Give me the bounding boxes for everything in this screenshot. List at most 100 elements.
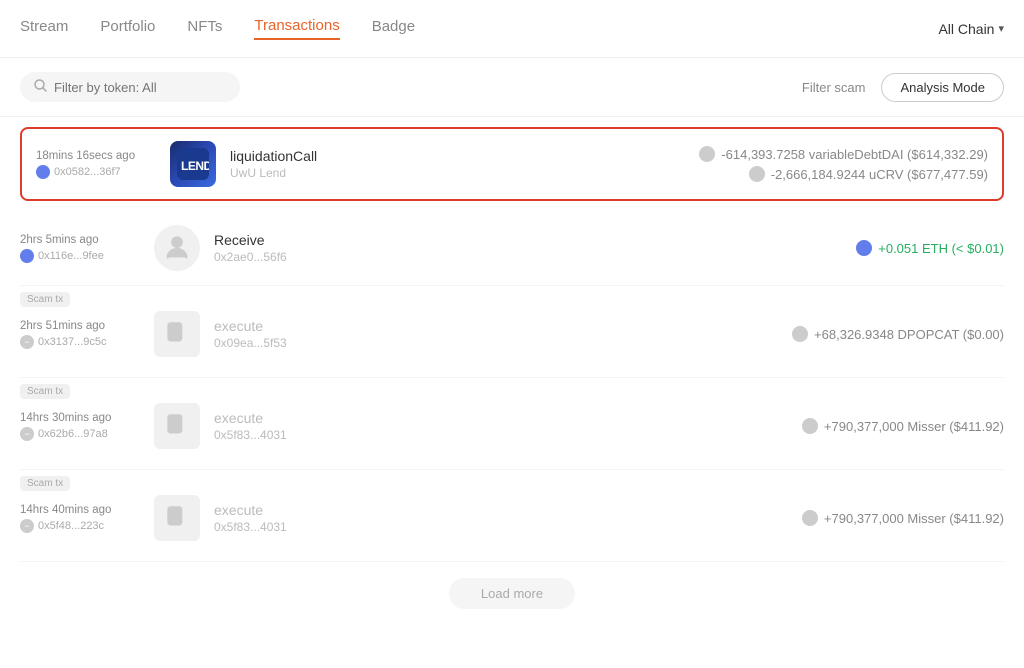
scam-badge: Scam tx <box>20 292 70 307</box>
nav-transactions[interactable]: Transactions <box>254 17 339 40</box>
table-row[interactable]: 2hrs 5mins ago 0x116e...9fee Receive 0x2… <box>20 211 1004 286</box>
tx-amounts: +0.051 ETH (< $0.01) <box>856 240 1004 256</box>
tx-amounts: +790,377,000 Misser ($411.92) <box>802 418 1004 434</box>
token-icon <box>802 418 818 434</box>
tx-meta: 2hrs 5mins ago 0x116e...9fee <box>20 234 140 263</box>
tx-protocol-icon <box>154 403 200 449</box>
tx-hash: − 0x3137...9c5c <box>20 335 140 349</box>
analysis-mode-button[interactable]: Analysis Mode <box>881 73 1004 102</box>
tx-protocol: UwU Lend <box>230 166 699 180</box>
eth-token-icon <box>856 240 872 256</box>
tx-hash-value: 0x3137...9c5c <box>38 336 107 348</box>
nav-nfts[interactable]: NFTs <box>187 18 222 39</box>
amount-value: +68,326.9348 DPOPCAT ($0.00) <box>814 327 1004 342</box>
minus-icon: − <box>20 519 34 533</box>
amount-line: +790,377,000 Misser ($411.92) <box>802 510 1004 526</box>
tx-protocol-icon <box>154 311 200 357</box>
scam-badge: Scam tx <box>20 384 70 399</box>
tx-time: 14hrs 40mins ago <box>20 504 140 516</box>
eth-icon <box>36 165 50 179</box>
tx-name: liquidationCall <box>230 148 699 164</box>
minus-icon: − <box>20 427 34 441</box>
navigation: Stream Portfolio NFTs Transactions Badge… <box>0 0 1024 58</box>
chain-selector[interactable]: All Chain ▾ <box>938 21 1004 37</box>
tx-info: liquidationCall UwU Lend <box>230 148 699 180</box>
amount-line: +68,326.9348 DPOPCAT ($0.00) <box>792 326 1004 342</box>
amount-value: +790,377,000 Misser ($411.92) <box>824 511 1004 526</box>
tx-hash: − 0x5f48...223c <box>20 519 140 533</box>
amount-value: -2,666,184.9244 uCRV ($677,477.59) <box>771 167 988 182</box>
tx-time: 2hrs 51mins ago <box>20 320 140 332</box>
token-filter-input[interactable] <box>54 80 226 95</box>
tx-hash-value: 0x0582...36f7 <box>54 166 121 178</box>
chain-label: All Chain <box>938 21 994 37</box>
eth-icon <box>20 249 34 263</box>
tx-name: Receive <box>214 232 856 248</box>
token-icon <box>802 510 818 526</box>
tx-time: 2hrs 5mins ago <box>20 234 140 246</box>
tx-protocol-icon <box>154 495 200 541</box>
chevron-down-icon: ▾ <box>998 22 1004 35</box>
amount-line: -2,666,184.9244 uCRV ($677,477.59) <box>699 166 988 182</box>
tx-meta: 2hrs 51mins ago − 0x3137...9c5c <box>20 320 140 349</box>
svg-text:LEND: LEND <box>181 159 209 173</box>
tx-hash-value: 0x116e...9fee <box>38 250 104 262</box>
tx-hash: − 0x62b6...97a8 <box>20 427 140 441</box>
tx-info: execute 0x5f83...4031 <box>214 410 802 442</box>
tx-protocol: 0x5f83...4031 <box>214 428 802 442</box>
minus-icon: − <box>20 335 34 349</box>
person-icon <box>163 234 191 262</box>
nav-items: Stream Portfolio NFTs Transactions Badge <box>20 17 938 40</box>
tx-info: execute 0x5f83...4031 <box>214 502 802 534</box>
tx-amounts: -614,393.7258 variableDebtDAI ($614,332.… <box>699 146 988 182</box>
tx-protocol: 0x5f83...4031 <box>214 520 802 534</box>
document-icon <box>164 413 190 439</box>
tx-name: execute <box>214 318 792 334</box>
tx-amounts: +68,326.9348 DPOPCAT ($0.00) <box>792 326 1004 342</box>
search-box <box>20 72 240 102</box>
tx-name: execute <box>214 502 802 518</box>
tx-info: execute 0x09ea...5f53 <box>214 318 792 350</box>
tx-hash-value: 0x5f48...223c <box>38 520 104 532</box>
token-icon <box>792 326 808 342</box>
amount-line: -614,393.7258 variableDebtDAI ($614,332.… <box>699 146 988 162</box>
filter-right: Filter scam Analysis Mode <box>802 73 1004 102</box>
tx-protocol-icon: LEND <box>170 141 216 187</box>
tx-hash: 0x0582...36f7 <box>36 165 156 179</box>
scam-badge: Scam tx <box>20 476 70 491</box>
document-icon <box>164 505 190 531</box>
tx-info: Receive 0x2ae0...56f6 <box>214 232 856 264</box>
tx-protocol: 0x09ea...5f53 <box>214 336 792 350</box>
tx-meta: 18mins 16secs ago 0x0582...36f7 <box>36 150 156 179</box>
amount-value: -614,393.7258 variableDebtDAI ($614,332.… <box>721 147 988 162</box>
tx-protocol-icon <box>154 225 200 271</box>
nav-badge[interactable]: Badge <box>372 18 415 39</box>
filter-scam-button[interactable]: Filter scam <box>802 80 866 95</box>
search-icon <box>34 79 47 95</box>
table-row[interactable]: Scam tx 2hrs 51mins ago − 0x3137...9c5c … <box>20 286 1004 378</box>
tx-meta: 14hrs 30mins ago − 0x62b6...97a8 <box>20 412 140 441</box>
tx-time: 18mins 16secs ago <box>36 150 156 162</box>
tx-hash-value: 0x62b6...97a8 <box>38 428 108 440</box>
tx-protocol: 0x2ae0...56f6 <box>214 250 856 264</box>
token-icon <box>749 166 765 182</box>
tx-meta: 14hrs 40mins ago − 0x5f48...223c <box>20 504 140 533</box>
tx-hash: 0x116e...9fee <box>20 249 140 263</box>
amount-line: +790,377,000 Misser ($411.92) <box>802 418 1004 434</box>
load-more-section: Load more <box>0 562 1024 625</box>
tx-amounts: +790,377,000 Misser ($411.92) <box>802 510 1004 526</box>
table-row[interactable]: Scam tx 14hrs 40mins ago − 0x5f48...223c… <box>20 470 1004 562</box>
nav-portfolio[interactable]: Portfolio <box>100 18 155 39</box>
tx-time: 14hrs 30mins ago <box>20 412 140 424</box>
token-icon <box>699 146 715 162</box>
table-row[interactable]: Scam tx 14hrs 30mins ago − 0x62b6...97a8… <box>20 378 1004 470</box>
document-icon <box>164 321 190 347</box>
table-row[interactable]: 18mins 16secs ago 0x0582...36f7 LEND liq… <box>20 127 1004 201</box>
filter-bar: Filter scam Analysis Mode <box>0 58 1024 117</box>
transaction-list: 18mins 16secs ago 0x0582...36f7 LEND liq… <box>0 127 1024 562</box>
amount-value: +790,377,000 Misser ($411.92) <box>824 419 1004 434</box>
amount-value: +0.051 ETH (< $0.01) <box>878 241 1004 256</box>
load-more-button[interactable]: Load more <box>449 578 575 609</box>
amount-line: +0.051 ETH (< $0.01) <box>856 240 1004 256</box>
nav-stream[interactable]: Stream <box>20 18 68 39</box>
